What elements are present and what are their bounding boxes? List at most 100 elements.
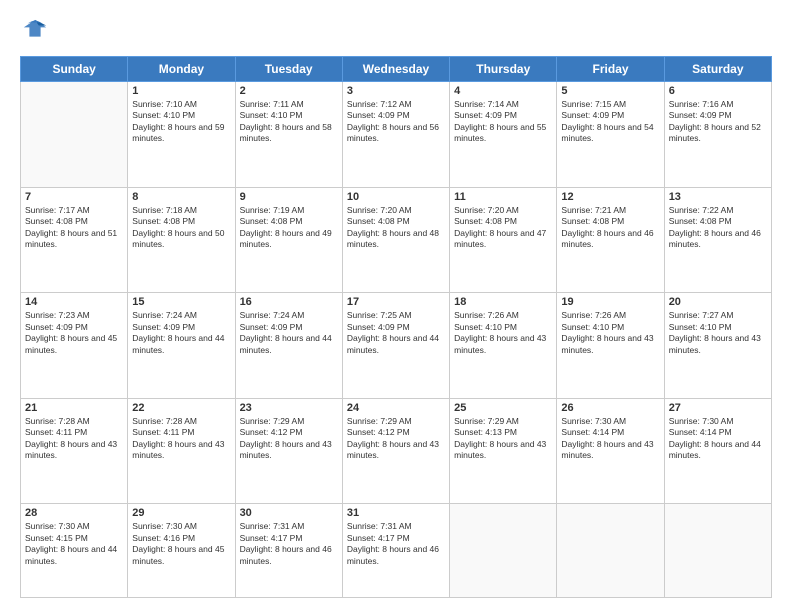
cell-info: Sunrise: 7:15 AMSunset: 4:09 PMDaylight:… (561, 99, 659, 145)
calendar-cell: 7Sunrise: 7:17 AMSunset: 4:08 PMDaylight… (21, 187, 128, 293)
calendar-cell (21, 82, 128, 188)
calendar-cell: 30 Sunrise: 7:31 AMSunset: 4:17 PMDayligh… (235, 504, 342, 598)
cell-info: Sunrise: 7:26 AMSunset: 4:10 PMDaylight:… (454, 310, 552, 356)
day-number: 27 (669, 402, 767, 414)
calendar-cell: 3 Sunrise: 7:12 AMSunset: 4:09 PMDaylight… (342, 82, 449, 188)
cell-info: Sunrise: 7:24 AMSunset: 4:09 PMDaylight:… (132, 310, 230, 356)
weekday-header-thursday: Thursday (450, 57, 557, 82)
calendar-cell: 12Sunrise: 7:21 AMSunset: 4:08 PMDayligh… (557, 187, 664, 293)
day-number: 18 (454, 296, 552, 308)
cell-info: Sunrise: 7:28 AMSunset: 4:11 PMDaylight:… (25, 416, 123, 462)
weekday-header-wednesday: Wednesday (342, 57, 449, 82)
calendar-cell: 28Sunrise: 7:30 AMSunset: 4:15 PMDayligh… (21, 504, 128, 598)
calendar-row-5: 28Sunrise: 7:30 AMSunset: 4:15 PMDayligh… (21, 504, 772, 598)
calendar-cell: 8Sunrise: 7:18 AMSunset: 4:08 PMDaylight… (128, 187, 235, 293)
calendar-cell (664, 504, 771, 598)
day-number: 20 (669, 296, 767, 308)
cell-info: Sunrise: 7:24 AMSunset: 4:09 PMDaylight:… (240, 310, 338, 356)
day-number: 21 (25, 402, 123, 414)
calendar-cell: 29 Sunrise: 7:30 AMSunset: 4:16 PMDayligh… (128, 504, 235, 598)
cell-info: Sunrise: 7:29 AMSunset: 4:12 PMDaylight:… (240, 416, 338, 462)
cell-info: Sunrise: 7:14 AMSunset: 4:09 PMDaylight:… (454, 99, 552, 145)
logo (20, 18, 54, 46)
calendar-row-4: 21 Sunrise: 7:28 AMSunset: 4:11 PMDayligh… (21, 398, 772, 504)
calendar-cell: 4Sunrise: 7:14 AMSunset: 4:09 PMDaylight… (450, 82, 557, 188)
cell-info: Sunrise: 7:27 AMSunset: 4:10 PMDaylight:… (669, 310, 767, 356)
cell-info: Sunrise: 7:20 AMSunset: 4:08 PMDaylight:… (454, 205, 552, 251)
day-number: 30 (240, 507, 338, 519)
cell-info: Sunrise: 7:19 AMSunset: 4:08 PMDaylight:… (240, 205, 338, 251)
calendar-cell: 18 Sunrise: 7:26 AMSunset: 4:10 PMDayligh… (450, 293, 557, 399)
logo-icon (20, 18, 50, 46)
calendar-cell: 1Sunrise: 7:10 AMSunset: 4:10 PMDaylight… (128, 82, 235, 188)
calendar-cell: 9 Sunrise: 7:19 AMSunset: 4:08 PMDaylight… (235, 187, 342, 293)
day-number: 13 (669, 191, 767, 203)
day-number: 3 (347, 85, 445, 97)
day-number: 12 (561, 191, 659, 203)
weekday-header-saturday: Saturday (664, 57, 771, 82)
day-number: 8 (132, 191, 230, 203)
day-number: 5 (561, 85, 659, 97)
calendar-cell: 11Sunrise: 7:20 AMSunset: 4:08 PMDayligh… (450, 187, 557, 293)
calendar-cell: 15 Sunrise: 7:24 AMSunset: 4:09 PMDayligh… (128, 293, 235, 399)
calendar-cell: 2 Sunrise: 7:11 AMSunset: 4:10 PMDaylight… (235, 82, 342, 188)
calendar-cell: 26 Sunrise: 7:30 AMSunset: 4:14 PMDayligh… (557, 398, 664, 504)
cell-info: Sunrise: 7:29 AMSunset: 4:13 PMDaylight:… (454, 416, 552, 462)
calendar-row-1: 1Sunrise: 7:10 AMSunset: 4:10 PMDaylight… (21, 82, 772, 188)
weekday-header-friday: Friday (557, 57, 664, 82)
weekday-header-monday: Monday (128, 57, 235, 82)
day-number: 29 (132, 507, 230, 519)
calendar-row-2: 7Sunrise: 7:17 AMSunset: 4:08 PMDaylight… (21, 187, 772, 293)
calendar-cell (557, 504, 664, 598)
cell-info: Sunrise: 7:20 AMSunset: 4:08 PMDaylight:… (347, 205, 445, 251)
cell-info: Sunrise: 7:31 AMSunset: 4:17 PMDaylight:… (347, 521, 445, 567)
cell-info: Sunrise: 7:25 AMSunset: 4:09 PMDaylight:… (347, 310, 445, 356)
cell-info: Sunrise: 7:26 AMSunset: 4:10 PMDaylight:… (561, 310, 659, 356)
header (20, 18, 772, 46)
cell-info: Sunrise: 7:30 AMSunset: 4:14 PMDaylight:… (561, 416, 659, 462)
calendar-cell: 19 Sunrise: 7:26 AMSunset: 4:10 PMDayligh… (557, 293, 664, 399)
calendar-cell: 22 Sunrise: 7:28 AMSunset: 4:11 PMDayligh… (128, 398, 235, 504)
cell-info: Sunrise: 7:28 AMSunset: 4:11 PMDaylight:… (132, 416, 230, 462)
calendar-cell: 20 Sunrise: 7:27 AMSunset: 4:10 PMDayligh… (664, 293, 771, 399)
day-number: 22 (132, 402, 230, 414)
day-number: 10 (347, 191, 445, 203)
day-number: 31 (347, 507, 445, 519)
cell-info: Sunrise: 7:31 AMSunset: 4:17 PMDaylight:… (240, 521, 338, 567)
calendar-cell: 21 Sunrise: 7:28 AMSunset: 4:11 PMDayligh… (21, 398, 128, 504)
cell-info: Sunrise: 7:16 AMSunset: 4:09 PMDaylight:… (669, 99, 767, 145)
day-number: 23 (240, 402, 338, 414)
cell-info: Sunrise: 7:29 AMSunset: 4:12 PMDaylight:… (347, 416, 445, 462)
cell-info: Sunrise: 7:12 AMSunset: 4:09 PMDaylight:… (347, 99, 445, 145)
weekday-header-sunday: Sunday (21, 57, 128, 82)
calendar-cell: 25Sunrise: 7:29 AMSunset: 4:13 PMDayligh… (450, 398, 557, 504)
cell-info: Sunrise: 7:11 AMSunset: 4:10 PMDaylight:… (240, 99, 338, 145)
calendar-cell: 24 Sunrise: 7:29 AMSunset: 4:12 PMDayligh… (342, 398, 449, 504)
calendar-cell: 31 Sunrise: 7:31 AMSunset: 4:17 PMDayligh… (342, 504, 449, 598)
day-number: 2 (240, 85, 338, 97)
weekday-header-row: SundayMondayTuesdayWednesdayThursdayFrid… (21, 57, 772, 82)
day-number: 17 (347, 296, 445, 308)
calendar-cell: 17 Sunrise: 7:25 AMSunset: 4:09 PMDayligh… (342, 293, 449, 399)
page: SundayMondayTuesdayWednesdayThursdayFrid… (0, 0, 792, 612)
calendar-cell: 16 Sunrise: 7:24 AMSunset: 4:09 PMDayligh… (235, 293, 342, 399)
day-number: 16 (240, 296, 338, 308)
calendar-cell: 6Sunrise: 7:16 AMSunset: 4:09 PMDaylight… (664, 82, 771, 188)
cell-info: Sunrise: 7:30 AMSunset: 4:15 PMDaylight:… (25, 521, 123, 567)
cell-info: Sunrise: 7:23 AMSunset: 4:09 PMDaylight:… (25, 310, 123, 356)
calendar-cell: 23 Sunrise: 7:29 AMSunset: 4:12 PMDayligh… (235, 398, 342, 504)
calendar-cell: 13 Sunrise: 7:22 AMSunset: 4:08 PMDayligh… (664, 187, 771, 293)
day-number: 19 (561, 296, 659, 308)
calendar-cell: 5 Sunrise: 7:15 AMSunset: 4:09 PMDaylight… (557, 82, 664, 188)
day-number: 24 (347, 402, 445, 414)
day-number: 9 (240, 191, 338, 203)
calendar-cell: 10 Sunrise: 7:20 AMSunset: 4:08 PMDayligh… (342, 187, 449, 293)
day-number: 15 (132, 296, 230, 308)
day-number: 26 (561, 402, 659, 414)
calendar-cell: 14Sunrise: 7:23 AMSunset: 4:09 PMDayligh… (21, 293, 128, 399)
cell-info: Sunrise: 7:30 AMSunset: 4:14 PMDaylight:… (669, 416, 767, 462)
cell-info: Sunrise: 7:30 AMSunset: 4:16 PMDaylight:… (132, 521, 230, 567)
cell-info: Sunrise: 7:22 AMSunset: 4:08 PMDaylight:… (669, 205, 767, 251)
calendar-row-3: 14Sunrise: 7:23 AMSunset: 4:09 PMDayligh… (21, 293, 772, 399)
calendar-cell (450, 504, 557, 598)
